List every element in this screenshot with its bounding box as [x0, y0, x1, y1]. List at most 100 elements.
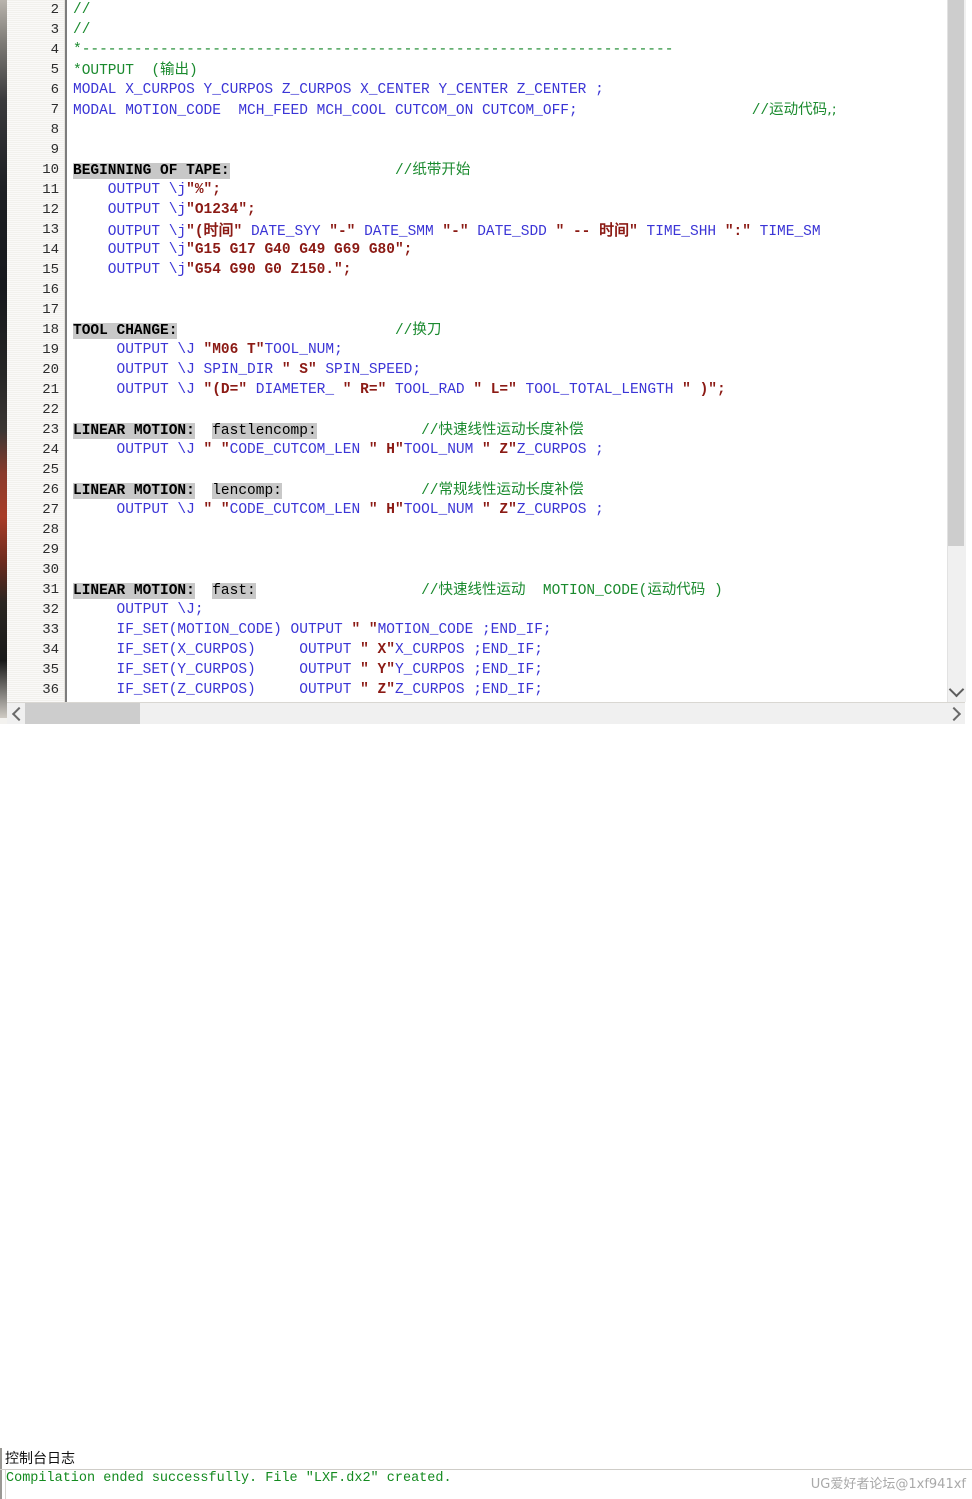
horizontal-scrollbar[interactable]	[7, 702, 965, 725]
code-line[interactable]: 31 LINEAR MOTION: fast: //快速线性运动 MOTION_C…	[7, 580, 955, 600]
line-content: LINEAR MOTION: fast: //快速线性运动 MOTION_COD…	[73, 580, 723, 601]
line-number: 5	[50, 62, 59, 78]
token-kw: TOOL_NUM	[403, 442, 483, 458]
code-line[interactable]: 5 *OUTPUT (输出)	[7, 60, 955, 80]
token-cmt: //	[421, 583, 439, 599]
code-line[interactable]: 14 OUTPUT \j"G15 G17 G40 G49 G69 G80";	[7, 240, 955, 260]
token-cmt-cn: 纸带开始	[412, 162, 471, 178]
line-content: LINEAR MOTION: fastlencomp: //快速线性运动长度补偿	[73, 420, 583, 441]
line-number: 2	[50, 2, 59, 18]
token-str: " Z"	[482, 442, 517, 458]
console-log-panel: 控制台日志 Compilation ended successfully. Fi…	[0, 724, 972, 1499]
line-number: 33	[42, 622, 59, 638]
code-line[interactable]: 11 OUTPUT \j"%";	[7, 180, 955, 200]
token-cmt: //	[73, 22, 91, 38]
token-str: " )";	[682, 382, 726, 398]
vertical-scrollbar-thumb[interactable]	[948, 0, 964, 546]
code-line[interactable]: 9	[7, 140, 955, 160]
token-kw: IF_SET(Y_CURPOS) OUTPUT	[73, 662, 361, 678]
line-number: 9	[50, 142, 59, 158]
token-kw: DATE_SDD	[477, 224, 556, 240]
code-line[interactable]: 20 OUTPUT \J SPIN_DIR " S" SPIN_SPEED;	[7, 360, 955, 380]
code-line[interactable]: 30	[7, 560, 955, 580]
line-number: 12	[42, 202, 59, 218]
token-kw: X_CURPOS ;END_IF;	[394, 642, 543, 658]
token-str: " "	[351, 622, 378, 638]
token-kw: DIAMETER_	[255, 382, 343, 398]
token-kw: TOOL_NUM	[403, 502, 483, 518]
token-str: "-"	[329, 224, 365, 240]
token-kw: Z_CURPOS ;	[516, 442, 604, 458]
code-line[interactable]: 21 OUTPUT \J "(D=" DIAMETER_ " R=" TOOL_…	[7, 380, 955, 400]
code-line[interactable]: 29	[7, 540, 955, 560]
code-lines[interactable]: 2 // 3 // 4 *--------------------------------…	[7, 0, 955, 702]
console-left-border	[0, 1448, 2, 1499]
scroll-down-button[interactable]	[947, 680, 965, 702]
code-line[interactable]: 7 MODAL MOTION_CODE MCH_FEED MCH_COOL CUT…	[7, 100, 955, 120]
line-number: 6	[50, 82, 59, 98]
scroll-left-button[interactable]	[9, 703, 26, 724]
token-str: "M06 T"	[203, 342, 265, 358]
token-kw: OUTPUT	[73, 182, 169, 198]
code-line[interactable]: 12 OUTPUT \j"O1234";	[7, 200, 955, 220]
code-line[interactable]: 27 OUTPUT \J " "CODE_CUTCOM_LEN " H"TOOL…	[7, 500, 955, 520]
line-number: 16	[42, 282, 59, 298]
editor-right-pad	[965, 0, 972, 702]
token-lbl: LINEAR MOTION:	[73, 583, 195, 599]
token-kw: OUTPUT \J	[73, 382, 204, 398]
code-line[interactable]: 17	[7, 300, 955, 320]
code-line[interactable]: 33 IF_SET(MOTION_CODE) OUTPUT " "MOTION_…	[7, 620, 955, 640]
token-cmt: MOTION_CODE(	[525, 583, 648, 599]
line-number: 27	[42, 502, 59, 518]
token-cmt: //	[73, 2, 91, 18]
code-line[interactable]: 32 OUTPUT \J;	[7, 600, 955, 620]
token-str: " "	[203, 502, 230, 518]
token-kw: \j	[168, 242, 187, 258]
line-content: MODAL X_CURPOS Y_CURPOS Z_CURPOS X_CENTE…	[73, 80, 604, 100]
code-line[interactable]: 23 LINEAR MOTION: fastlencomp: //快速线性运动长度…	[7, 420, 955, 440]
code-line[interactable]: 4 *--------------------------------------…	[7, 40, 955, 60]
token-kw: OUTPUT \J	[73, 342, 204, 358]
code-line[interactable]: 26 LINEAR MOTION: lencomp: //常规线性运动长度补偿	[7, 480, 955, 500]
token-str: "(D="	[203, 382, 256, 398]
code-line[interactable]: 10 BEGINNING OF TAPE: //纸带开始	[7, 160, 955, 180]
code-editor-pane[interactable]: 2 // 3 // 4 *--------------------------------…	[7, 0, 955, 702]
token-kw: OUTPUT	[73, 262, 169, 278]
code-line[interactable]: 24 OUTPUT \J " "CODE_CUTCOM_LEN " H"TOOL…	[7, 440, 955, 460]
code-line[interactable]: 18 TOOL CHANGE: //换刀	[7, 320, 955, 340]
code-line[interactable]: 13 OUTPUT \j"(时间" DATE_SYY "-" DATE_SMM …	[7, 220, 955, 240]
code-line[interactable]: 35 IF_SET(Y_CURPOS) OUTPUT " Y"Y_CURPOS …	[7, 660, 955, 680]
horizontal-scrollbar-thumb[interactable]	[25, 703, 140, 724]
token-kw: \j	[168, 202, 187, 218]
code-line[interactable]: 34 IF_SET(X_CURPOS) OUTPUT " X"X_CURPOS …	[7, 640, 955, 660]
token-str: " R="	[342, 382, 395, 398]
token-cmt-cn: 运动代码,;	[769, 102, 837, 118]
token-str: " L="	[473, 382, 526, 398]
token-kw: Z_CURPOS ;	[516, 502, 604, 518]
code-line[interactable]: 36 IF_SET(Z_CURPOS) OUTPUT " Z"Z_CURPOS …	[7, 680, 955, 700]
token-str: " "	[203, 442, 230, 458]
code-line[interactable]: 6 MODAL X_CURPOS Y_CURPOS Z_CURPOS X_CENT…	[7, 80, 955, 100]
code-line[interactable]: 16	[7, 280, 955, 300]
code-line[interactable]: 19 OUTPUT \J "M06 T"TOOL_NUM;	[7, 340, 955, 360]
token-cmt-cn: 换刀	[412, 322, 442, 338]
line-number: 4	[50, 42, 59, 58]
token-cmt: //	[394, 323, 413, 339]
code-line[interactable]: 22	[7, 400, 955, 420]
code-line[interactable]: 25	[7, 460, 955, 480]
token-kw: MOTION_CODE ;END_IF;	[377, 622, 552, 638]
line-number: 24	[42, 442, 59, 458]
code-line[interactable]: 8	[7, 120, 955, 140]
token-cmt: //	[394, 163, 413, 179]
code-line[interactable]: 2 //	[7, 0, 955, 20]
line-content: *---------------------------------------…	[73, 40, 673, 60]
line-number: 34	[42, 642, 59, 658]
token-str: " S"	[281, 362, 326, 378]
token-str: ":"	[724, 224, 760, 240]
code-line[interactable]: 3 //	[7, 20, 955, 40]
scroll-right-button[interactable]	[946, 703, 963, 724]
code-line[interactable]: 28	[7, 520, 955, 540]
token-str: "%";	[186, 182, 221, 198]
code-line[interactable]: 15 OUTPUT \j"G54 G90 G0 Z150.";	[7, 260, 955, 280]
token-kw: MODAL MOTION_CODE MCH_FEED MCH_COOL CUTC…	[73, 103, 578, 119]
